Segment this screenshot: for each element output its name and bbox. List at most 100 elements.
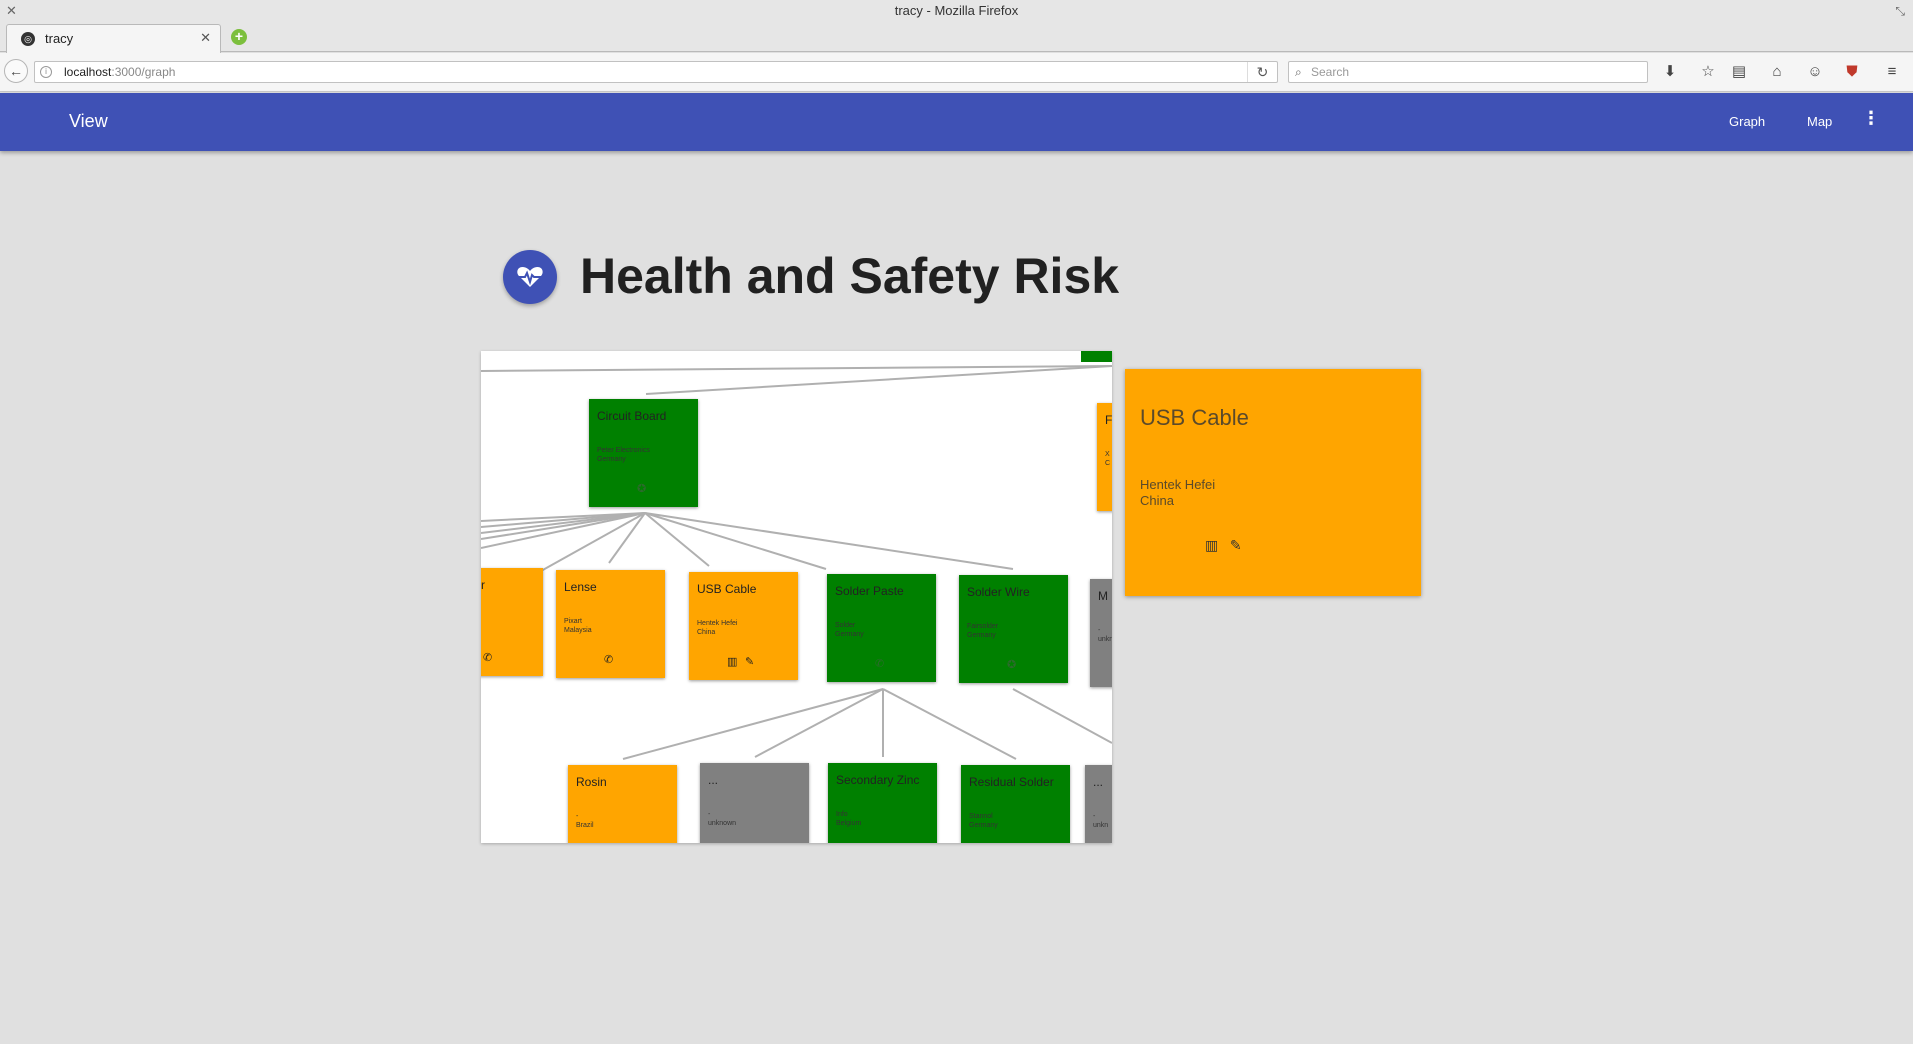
search-bar[interactable]: ⌕ Search [1288, 61, 1648, 83]
supply-chain-graph[interactable]: Circuit Board Peter Electronics Germany ✪… [481, 351, 1112, 843]
node-supplier: Pixart Malaysia [564, 617, 592, 635]
search-placeholder: Search [1311, 65, 1350, 79]
node-supplier-name: Hentek Hefei [697, 620, 738, 627]
node-name: ... [1093, 775, 1104, 789]
node-supplier-name: - [576, 813, 579, 820]
node-supplier-name: Info [836, 811, 848, 818]
node-rosin[interactable]: Rosin - Brazil [568, 765, 677, 843]
phone-icon: ✆ [875, 658, 885, 670]
tab-tracy[interactable]: ◎ tracy ✕ [6, 24, 221, 53]
node-partial-left[interactable]: r ✆ [481, 568, 543, 676]
search-icon: ⌕ [1295, 65, 1302, 79]
node-supplier-name: Pixart [564, 618, 582, 625]
window-title: tracy - Mozilla Firefox [894, 3, 1019, 18]
certificate-icon: ✪ [1007, 659, 1017, 671]
download-icon[interactable]: ⬇ [1661, 63, 1679, 81]
node-supplier-country: unkn [1093, 822, 1109, 829]
factory-icon: ▥ [1205, 537, 1219, 553]
node-supplier-country: unkn [1098, 636, 1112, 643]
window-close-icon[interactable]: ✕ [6, 0, 17, 22]
node-supplier-name: Solder [835, 622, 856, 629]
chat-icon: ✎ [1229, 537, 1242, 553]
node-circuit-board[interactable]: Circuit Board Peter Electronics Germany ✪ [589, 399, 698, 507]
node-name: Lense [564, 580, 597, 594]
node-supplier: - unkn [1093, 812, 1108, 830]
node-supplier: XC [1105, 450, 1110, 468]
heart-pulse-icon [503, 250, 557, 304]
node-name: Solder Paste [835, 584, 904, 598]
page-title: Health and Safety Risk [580, 248, 1120, 304]
node-secondary-zinc[interactable]: Secondary Zinc Info Belgium [828, 763, 937, 843]
node-usb-cable[interactable]: USB Cable Hentek Hefei China ▥ ✎ [689, 572, 798, 680]
node-supplier-country: Malaysia [564, 627, 592, 634]
hamburger-menu-icon[interactable]: ≡ [1883, 63, 1901, 81]
url-path: :3000/graph [111, 65, 176, 79]
detail-supplier-name: Hentek Hefei [1140, 477, 1216, 492]
node-partial-unknown[interactable]: ... - unkn [1085, 765, 1112, 843]
node-supplier-name: Peter Electronics [597, 447, 650, 454]
node-partial-m[interactable]: M - unkn [1090, 579, 1112, 687]
node-partial-right[interactable]: F XC [1097, 403, 1112, 511]
node-supplier: - unknown [708, 810, 736, 828]
node-name: Circuit Board [597, 409, 667, 423]
new-tab-button[interactable]: + [231, 29, 247, 45]
tab-close-icon[interactable]: ✕ [200, 30, 211, 46]
node-name: F [1105, 413, 1112, 427]
favicon-icon: ◎ [21, 32, 35, 46]
app-title: View [69, 111, 108, 131]
node-solder-paste[interactable]: Solder Paste Solder Germany ✆ [827, 574, 936, 682]
detail-supplier: Hentek Hefei China [1140, 477, 1215, 509]
chat-bubble-icon[interactable]: ☺ [1806, 63, 1824, 81]
factory-icon: ▥ [727, 656, 738, 668]
node-supplier-country: Germany [967, 632, 996, 639]
reload-icon[interactable]: ↻ [1247, 62, 1277, 82]
detail-supplier-country: China [1140, 493, 1174, 508]
node-lense[interactable]: Lense Pixart Malaysia ✆ [556, 570, 665, 678]
detail-product-name: USB Cable [1140, 405, 1249, 430]
node-unknown[interactable]: ... - unknown [700, 763, 809, 843]
nav-link-graph[interactable]: Graph [1729, 114, 1765, 129]
home-icon[interactable]: ⌂ [1768, 63, 1786, 81]
node-supplier: - unkn [1098, 626, 1112, 644]
node-name: Solder Wire [967, 585, 1030, 599]
node-name: r [481, 578, 485, 592]
node-supplier-country: Germany [969, 822, 998, 829]
back-button[interactable]: ← [4, 59, 28, 83]
node-supplier-country: unknown [708, 820, 737, 827]
node-supplier-country: Germany [597, 456, 626, 463]
bookmark-star-icon[interactable]: ☆ [1699, 63, 1717, 81]
node-name: M [1098, 589, 1108, 603]
node-supplier: Hentek Hefei China [697, 619, 737, 637]
node-supplier-name: - [1098, 627, 1101, 634]
node-name: ... [708, 773, 719, 787]
node-supplier: Stannol Germany [969, 812, 998, 830]
nav-link-map[interactable]: Map [1807, 114, 1832, 129]
navigation-toolbar: ← i localhost:3000/graph ↻ ⌕ Search ⬇ ☆ … [0, 53, 1913, 92]
url-text[interactable]: localhost:3000/graph [64, 62, 175, 82]
app-bar: View Graph Map ⋮ [0, 93, 1913, 151]
phone-icon: ✆ [604, 654, 614, 666]
site-info-icon[interactable]: i [40, 66, 52, 78]
node-supplier-name: Stannol [969, 813, 993, 820]
more-vert-icon[interactable]: ⋮ [1862, 109, 1880, 127]
node-solder-wire[interactable]: Solder Wire Fairsolder Germany ✪ [959, 575, 1068, 683]
ublock-shield-icon[interactable]: ⛊ [1843, 63, 1861, 81]
node-name: Rosin [576, 775, 607, 789]
node-name: Secondary Zinc [836, 773, 920, 787]
reading-list-icon[interactable]: ▤ [1730, 63, 1748, 81]
node-supplier: Info Belgium [836, 810, 861, 828]
window-titlebar: ✕ tracy - Mozilla Firefox ⤡ [0, 0, 1913, 22]
node-supplier: - Brazil [576, 812, 594, 830]
node-supplier: Fairsolder Germany [967, 622, 998, 640]
window-restore-icon[interactable]: ⤡ [1895, 0, 1905, 22]
url-bar[interactable]: i localhost:3000/graph ↻ [34, 61, 1278, 83]
node-supplier-name: - [1093, 813, 1096, 820]
node-residual-solder[interactable]: Residual Solder Stannol Germany [961, 765, 1070, 843]
node-supplier-country: C [1105, 460, 1111, 467]
node-supplier-name: X [1105, 451, 1110, 458]
phone-icon: ✆ [483, 652, 493, 664]
node-supplier: Peter Electronics Germany [597, 446, 650, 464]
selected-node-detail-card: USB Cable Hentek Hefei China ▥ ✎ [1125, 369, 1421, 596]
node-supplier-country: Brazil [576, 822, 594, 829]
back-arrow-icon: ← [9, 63, 23, 79]
